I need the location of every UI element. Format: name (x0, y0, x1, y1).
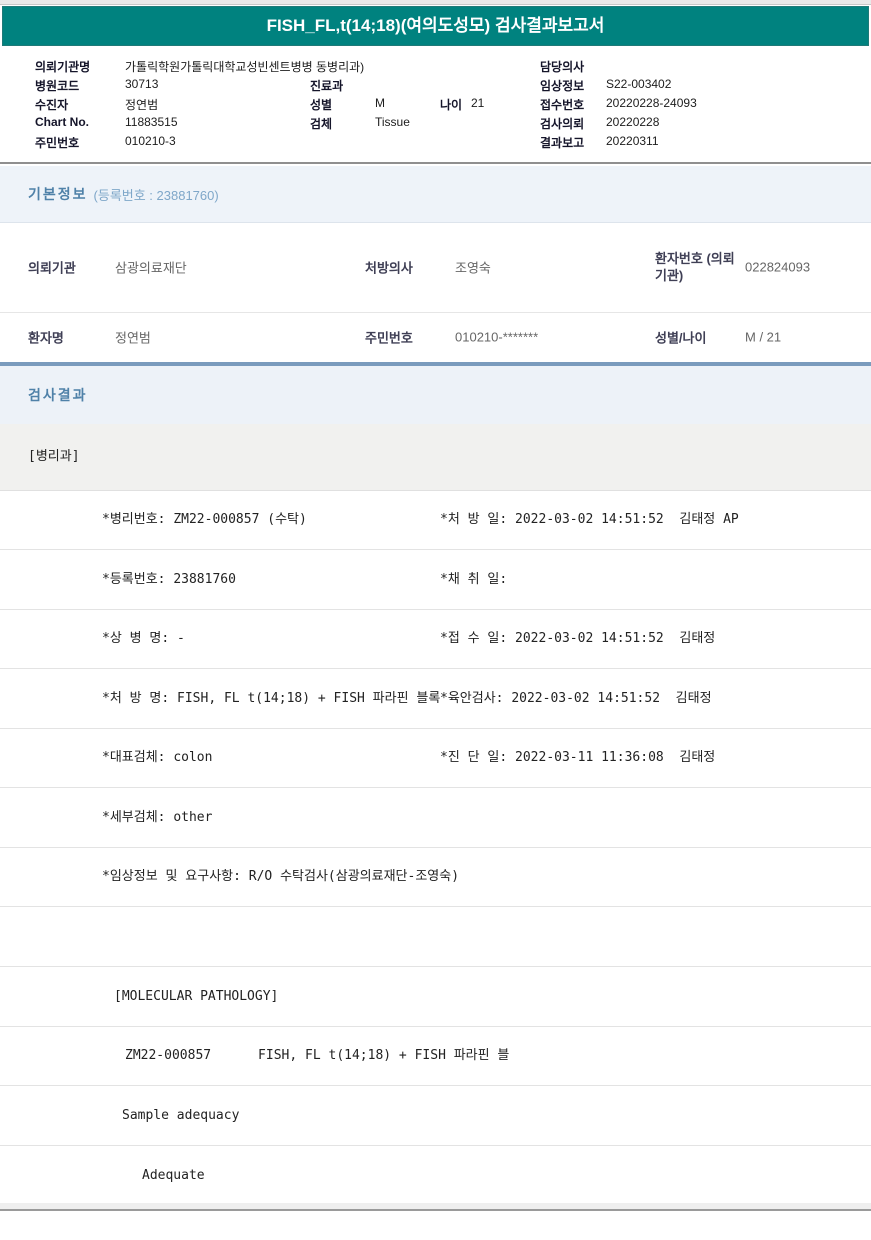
prescribing-doctor-label: 처방의사 (365, 260, 413, 276)
age-value: 21 (471, 96, 485, 110)
sex-age-label: 성별/나이 (655, 330, 707, 346)
sex-value: M (375, 96, 385, 110)
results-department-row: [병리과] (0, 424, 871, 491)
basic-info-registration-no: (등록번호 : 23881760) (93, 187, 219, 203)
report-date-value: 20220311 (606, 134, 659, 148)
patient-name-value: 정연범 (115, 330, 151, 346)
clinical-info-label: 임상정보 (540, 79, 585, 93)
hospital-code-label: 병원코드 (35, 79, 80, 93)
org-label: 의뢰기관명 (35, 60, 91, 74)
examinee-label: 수진자 (35, 98, 69, 112)
clinical-info-request: *임상정보 및 요구사항: R/O 수탁검사(삼광의료재단-조영숙) (102, 869, 460, 884)
resident-no-label: 주민번호 (35, 136, 80, 150)
result-row: Sample adequacy (0, 1086, 871, 1146)
result-row: *처 방 명: FISH, FL t(14;18) + FISH 파라핀 블록 … (0, 669, 871, 729)
age-label: 나이 (440, 98, 463, 112)
chart-no-label: Chart No. (35, 115, 89, 129)
result-row: *임상정보 및 요구사항: R/O 수탁검사(삼광의료재단-조영숙) (0, 847, 871, 907)
basic-info-row-1: 의뢰기관 삼광의료재단 처방의사 조영숙 환자번호 (의뢰기관) 0228240… (0, 222, 871, 313)
patient-name-label: 환자명 (28, 330, 64, 346)
result-row: *병리번호: ZM22-000857 (수탁) *처 방 일: 2022-03-… (0, 490, 871, 550)
request-date-label: 검사의뢰 (540, 117, 585, 131)
detail-specimen: *세부검체: other (102, 810, 213, 825)
resident-reg-value: 010210-******* (455, 329, 539, 345)
resident-reg-label: 주민번호 (365, 330, 413, 346)
bottom-line (0, 1209, 871, 1211)
patient-no-label: 환자번호 (의뢰기관) (655, 251, 735, 283)
results-title-text: 검사결과 (28, 387, 88, 403)
gross-exam-date: *육안검사: 2022-03-02 14:51:52 김태정 (440, 691, 712, 706)
patient-no-value: 022824093 (745, 259, 811, 275)
basic-info-header: 기본정보 (등록번호 : 23881760) (0, 166, 871, 223)
examinee-value: 정연범 (125, 98, 159, 112)
result-row-empty (0, 907, 871, 967)
resident-no-value: 010210-3 (125, 134, 176, 148)
diagnosis-date: *진 단 일: 2022-03-11 11:36:08 김태정 (440, 750, 716, 765)
results-title: 검사결과 (28, 366, 88, 424)
window-top-strip (0, 0, 871, 5)
result-row: *상 병 명: - *접 수 일: 2022-03-02 14:51:52 김태… (0, 609, 871, 669)
prescription-name: *처 방 명: FISH, FL t(14;18) + FISH 파라핀 블록 (102, 691, 441, 706)
department-name: [병리과] (28, 449, 80, 464)
disease-name: *상 병 명: - (102, 631, 185, 646)
sample-adequacy-label: Sample adequacy (122, 1108, 240, 1123)
sex-age-value: M / 21 (745, 329, 782, 345)
hospital-code-value: 30713 (125, 77, 159, 91)
prescribing-doctor-value: 조영숙 (455, 260, 491, 276)
result-row: Adequate (0, 1146, 871, 1206)
receipt-date: *접 수 일: 2022-03-02 14:51:52 김태정 (440, 631, 716, 646)
registration-no: *등록번호: 23881760 (102, 572, 236, 587)
result-row: ZM22-000857 FISH, FL t(14;18) + FISH 파라핀… (0, 1026, 871, 1086)
clinical-info-value: S22-003402 (606, 77, 672, 91)
prescription-date: *처 방 일: 2022-03-02 14:51:52 김태정 AP (440, 512, 739, 527)
result-row: [MOLECULAR PATHOLOGY] (0, 967, 871, 1027)
basic-info-title: 기본정보 (등록번호 : 23881760) (28, 166, 219, 222)
molecular-pathology-heading: [MOLECULAR PATHOLOGY] (114, 989, 279, 1004)
specimen-test-line: ZM22-000857 FISH, FL t(14;18) + FISH 파라핀… (125, 1048, 510, 1063)
result-row: *세부검체: other (0, 788, 871, 848)
receipt-no-value: 20220228-24093 (606, 96, 697, 110)
results-header: 검사결과 (0, 366, 871, 424)
request-date-value: 20220228 (606, 115, 660, 129)
result-row: *등록번호: 23881760 *채 취 일: (0, 550, 871, 610)
specimen-value: Tissue (375, 115, 410, 129)
report-page: FISH_FL,t(14;18)(여의도성모) 검사결과보고서 의뢰기관명 가톨… (0, 0, 871, 1240)
pathology-no: *병리번호: ZM22-000857 (수탁) (102, 512, 307, 527)
sample-adequacy-value: Adequate (142, 1168, 205, 1183)
report-title-banner: FISH_FL,t(14;18)(여의도성모) 검사결과보고서 (2, 6, 869, 46)
representative-specimen: *대표검체: colon (102, 750, 213, 765)
collection-date: *채 취 일: (440, 572, 508, 587)
sex-label: 성별 (310, 98, 333, 112)
report-date-label: 결과보고 (540, 136, 585, 150)
requesting-org-label: 의뢰기관 (28, 260, 76, 276)
basic-info-title-text: 기본정보 (28, 186, 88, 202)
chart-no-value: 11883515 (125, 115, 178, 129)
header-divider (0, 162, 871, 164)
requesting-org-value: 삼광의료재단 (115, 260, 187, 276)
result-row: *대표검체: colon *진 단 일: 2022-03-11 11:36:08… (0, 728, 871, 788)
org-value: 가톨릭학원가톨릭대학교성빈센트병병 동병리과) (125, 60, 365, 74)
report-title: FISH_FL,t(14;18)(여의도성모) 검사결과보고서 (266, 16, 605, 35)
basic-info-row-2: 환자명 정연범 주민번호 010210-******* 성별/나이 M / 21 (0, 312, 871, 363)
receipt-no-label: 접수번호 (540, 98, 585, 112)
doctor-label: 담당의사 (540, 60, 585, 74)
dept-label: 진료과 (310, 79, 344, 93)
specimen-label: 검체 (310, 117, 333, 131)
